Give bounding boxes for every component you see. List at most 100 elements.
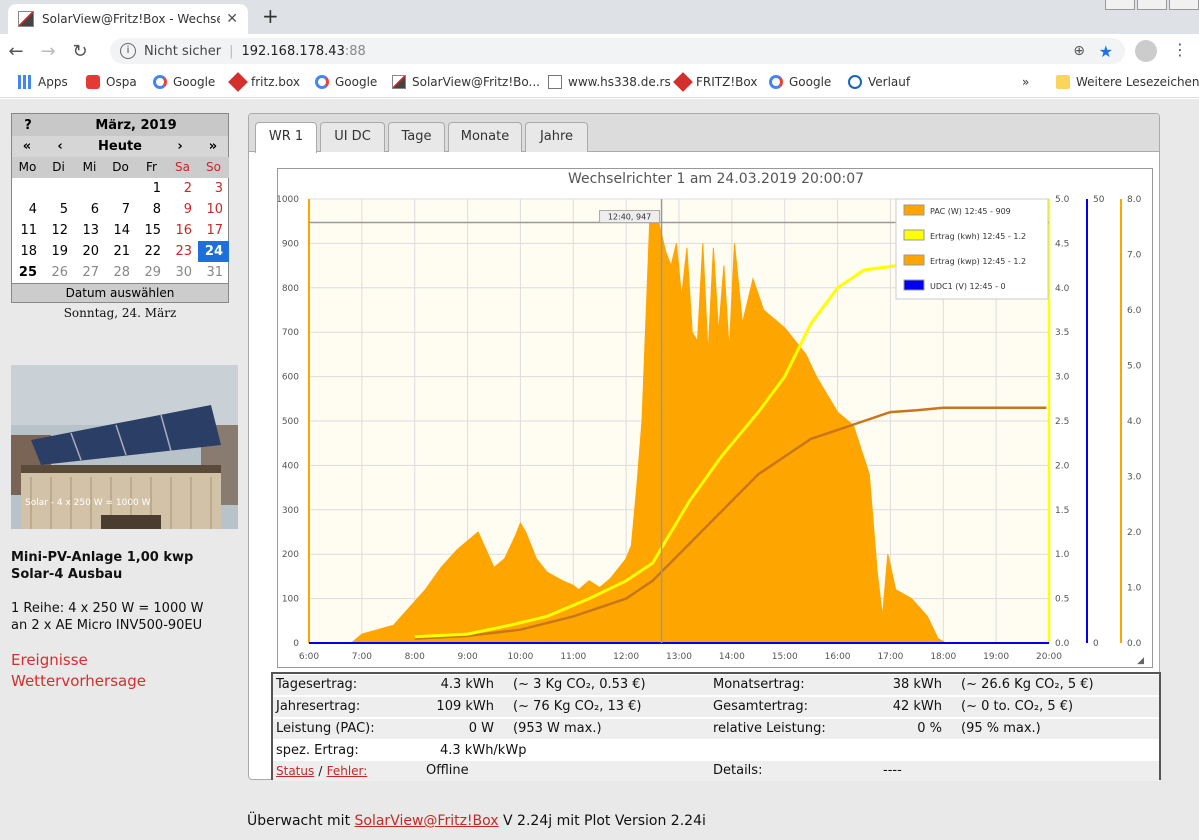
browser-tab[interactable]: SolarView@Fritz!Box - Wechselrichter ✕ (8, 4, 248, 34)
calendar-day[interactable]: 19 (43, 241, 74, 262)
calendar-help-button[interactable]: ? (12, 118, 44, 133)
value-total-yield: 42 kWh (879, 697, 957, 717)
value-daily-yield: 4.3 kWh (421, 675, 509, 695)
y-right2-tick-label: 0 (1093, 639, 1099, 649)
calendar-empty-cell (43, 178, 74, 199)
reload-icon[interactable]: ↻ (64, 41, 96, 62)
bookmark-fritzbox[interactable]: fritz.box (228, 72, 300, 92)
calendar-day[interactable]: 30 (167, 262, 198, 283)
calendar-day[interactable]: 10 (198, 199, 229, 220)
calendar-day[interactable]: 23 (167, 241, 198, 262)
calendar-day[interactable]: 20 (74, 241, 105, 262)
new-tab-icon[interactable]: + (262, 4, 279, 28)
minimize-button[interactable] (1105, 0, 1135, 10)
calendar-day[interactable]: 25 (12, 262, 43, 283)
status-link[interactable]: Status (276, 764, 314, 778)
calendar-day[interactable]: 3 (198, 178, 229, 199)
note-monthly-yield: (~ 26.6 Kg CO₂, 5 €) (957, 675, 1159, 695)
bookmark-google-1[interactable]: Google (153, 75, 215, 89)
x-tick-label: 9:00 (457, 652, 477, 662)
calendar-day[interactable]: 27 (74, 262, 105, 283)
close-window-button[interactable] (1169, 0, 1199, 10)
calendar-day[interactable]: 21 (105, 241, 136, 262)
history-icon (848, 75, 862, 89)
events-link[interactable]: Ereignisse (11, 650, 146, 671)
bookmark-verlauf[interactable]: Verlauf (848, 75, 910, 89)
zoom-icon[interactable]: ⊕ (1073, 43, 1085, 59)
address-bar[interactable]: i Nicht sicher | 192.168.178.43:88 ⊕ ★ (110, 38, 1125, 64)
fritz-icon (673, 72, 693, 92)
note-daily-yield: (~ 3 Kg CO₂, 0.53 €) (509, 675, 709, 695)
bookmark-hs338[interactable]: www.hs338.de.rs (548, 75, 671, 89)
info-icon[interactable]: i (120, 43, 136, 59)
maximize-button[interactable] (1137, 0, 1167, 10)
back-icon[interactable]: ← (0, 41, 32, 62)
profile-avatar-icon[interactable] (1135, 40, 1157, 62)
calendar-day[interactable]: 18 (12, 241, 43, 262)
calendar-day[interactable]: 28 (105, 262, 136, 283)
calendar-day[interactable]: 14 (105, 220, 136, 241)
errors-link[interactable]: Fehler: (327, 764, 368, 778)
calendar-day[interactable]: 1 (136, 178, 167, 199)
bookmark-apps[interactable]: Apps (18, 75, 68, 89)
label-monthly-yield: Monatsertrag: (709, 675, 879, 695)
calendar-next-month-button[interactable]: › (162, 139, 198, 154)
browser-menu-icon[interactable]: ⋮ (1172, 40, 1188, 59)
calendar-day[interactable]: 4 (12, 199, 43, 220)
calendar-day[interactable]: 8 (136, 199, 167, 220)
bookmark-google-3[interactable]: Google (769, 75, 831, 89)
tab-jahre[interactable]: Jahre (525, 122, 588, 152)
calendar-day[interactable]: 9 (167, 199, 198, 220)
document-icon (548, 75, 562, 89)
google-icon (153, 75, 167, 89)
calendar-day[interactable]: 6 (74, 199, 105, 220)
bookmark-ospa[interactable]: Ospa (86, 75, 137, 89)
tab-monate[interactable]: Monate (448, 122, 522, 152)
x-tick-label: 14:00 (719, 652, 745, 662)
calendar-day[interactable]: 5 (43, 199, 74, 220)
bookmark-more[interactable]: Weitere Lesezeichen (1056, 75, 1199, 89)
bookmark-star-icon[interactable]: ★ (1099, 42, 1113, 61)
tab-tage[interactable]: Tage (388, 122, 445, 152)
close-tab-icon[interactable]: ✕ (226, 11, 238, 27)
calendar-day[interactable]: 26 (43, 262, 74, 283)
calendar-day[interactable]: 29 (136, 262, 167, 283)
calendar-prev-year-button[interactable]: « (12, 139, 42, 154)
value-status: Offline (421, 761, 709, 781)
bookmark-google-2[interactable]: Google (315, 75, 377, 89)
calendar-day[interactable]: 16 (167, 220, 198, 241)
bookmark-fritz-box[interactable]: FRITZ!Box (673, 72, 757, 92)
calendar-day[interactable]: 7 (105, 199, 136, 220)
calendar-day[interactable]: 17 (198, 220, 229, 241)
calendar-weekday: Mi (74, 157, 105, 178)
weather-forecast-link[interactable]: Wettervorhersage (11, 671, 146, 692)
bookmark-solarview[interactable]: SolarView@Fritz!Bo... (392, 75, 540, 89)
calendar-day[interactable]: 31 (198, 262, 229, 283)
calendar-weekday: So (198, 157, 229, 178)
forward-icon[interactable]: → (32, 41, 64, 62)
calendar-day[interactable]: 22 (136, 241, 167, 262)
tab-wr1[interactable]: WR 1 (255, 122, 317, 153)
label-details: Details: (709, 761, 879, 781)
calendar-day[interactable]: 2 (167, 178, 198, 199)
solarview-favicon-icon (18, 11, 34, 27)
y-left-tick-label: 600 (282, 373, 299, 383)
calendar-day[interactable]: 12 (43, 220, 74, 241)
solarview-link[interactable]: SolarView@Fritz!Box (355, 813, 499, 829)
calendar-today-button[interactable]: Heute (78, 139, 162, 154)
select-date-button[interactable]: Datum auswählen (12, 283, 228, 302)
bookmarks-overflow-icon[interactable]: » (1022, 75, 1029, 89)
calendar-day[interactable]: 13 (74, 220, 105, 241)
y-right3-tick-label: 0.0 (1127, 639, 1142, 649)
calendar-prev-month-button[interactable]: ‹ (42, 139, 78, 154)
calendar-empty-cell (105, 178, 136, 199)
calendar-day[interactable]: 24 (198, 241, 229, 262)
calendar-next-year-button[interactable]: » (198, 139, 228, 154)
calendar-day[interactable]: 15 (136, 220, 167, 241)
y-left-tick-label: 100 (282, 595, 299, 605)
y-left-tick-label: 200 (282, 550, 299, 560)
calendar-day[interactable]: 11 (12, 220, 43, 241)
value-specific-yield: 4.3 kWh/kWp (440, 743, 527, 758)
y-right1-tick-label: 1.0 (1055, 550, 1070, 560)
tab-ui-dc[interactable]: UI DC (320, 122, 385, 152)
